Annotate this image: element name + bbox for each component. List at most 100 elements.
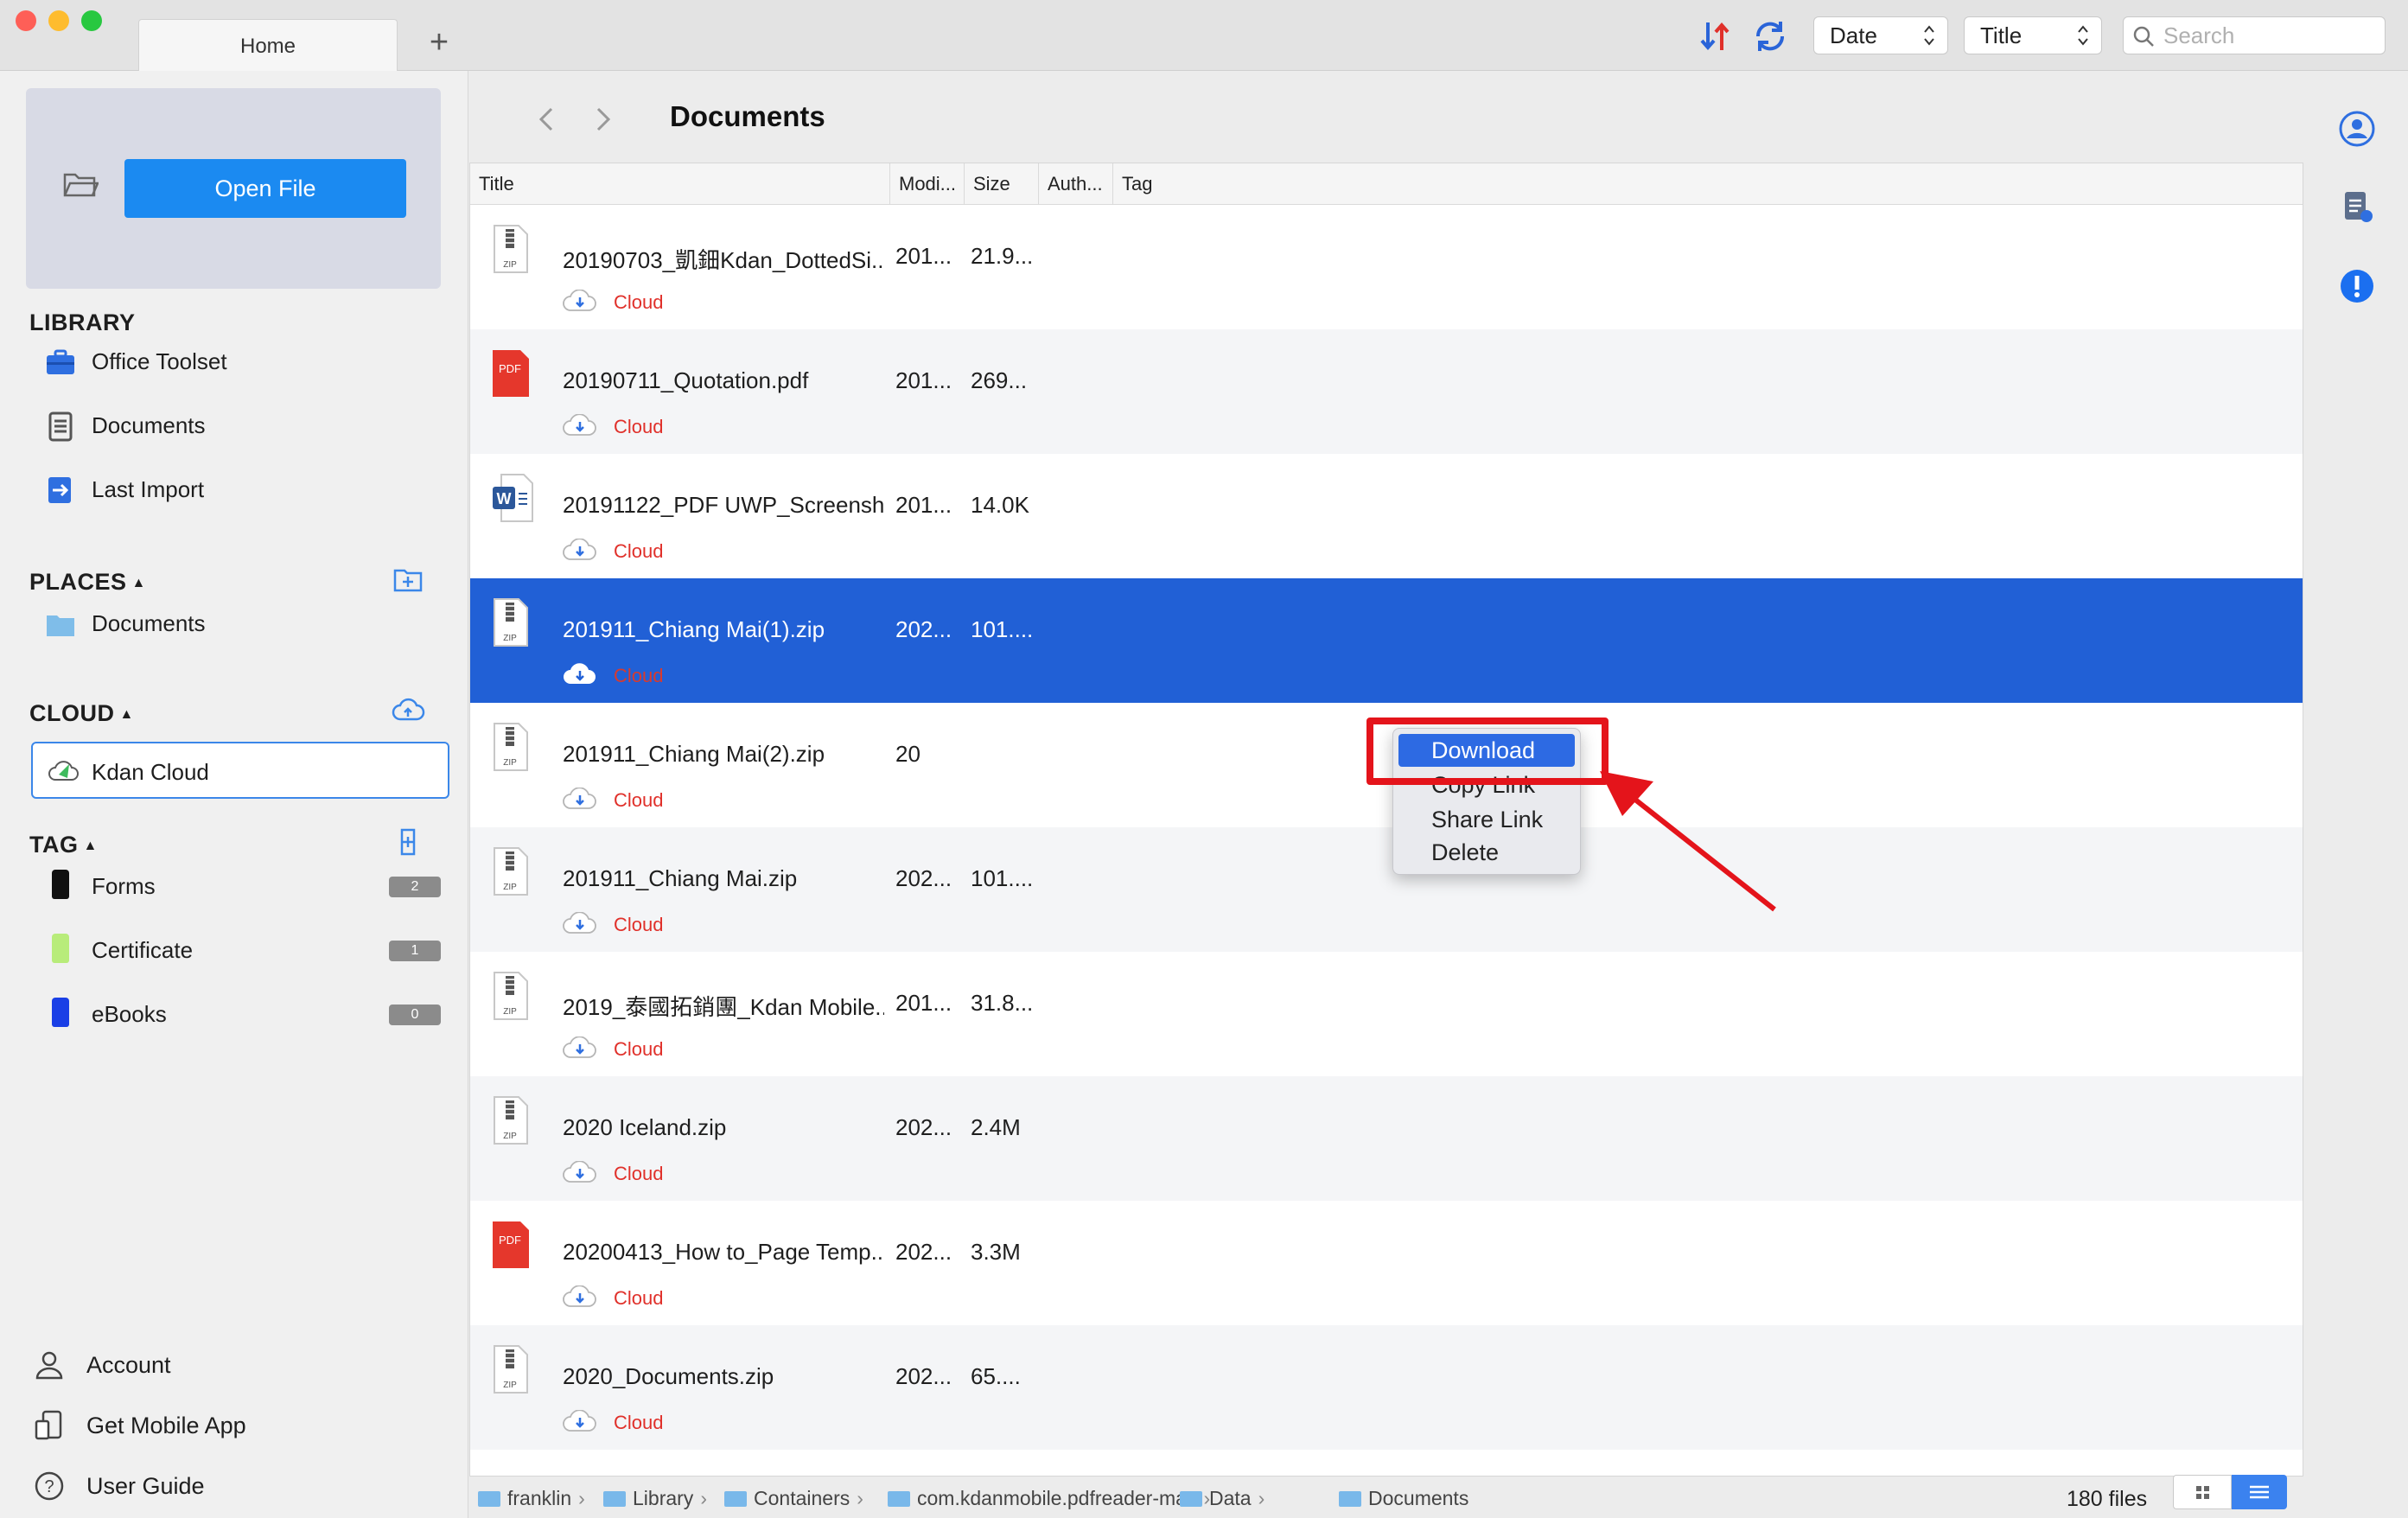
- column-header-size[interactable]: Size: [965, 163, 1039, 205]
- breadcrumb-item[interactable]: Documents: [1339, 1487, 1468, 1510]
- file-name: 2020 Iceland.zip: [563, 1114, 727, 1140]
- sort-field-select[interactable]: Date: [1813, 16, 1948, 54]
- sidebar-item-office-toolset[interactable]: Office Toolset: [29, 335, 444, 386]
- close-window-button[interactable]: [16, 10, 36, 31]
- breadcrumb-item[interactable]: Containers ›: [724, 1487, 863, 1510]
- sidebar-item-kdan-cloud[interactable]: Kdan Cloud: [31, 742, 449, 799]
- svg-text:ZIP: ZIP: [503, 883, 517, 892]
- table-row[interactable]: ZIP 20190703_凱鈿Kdan_DottedSi... 201... 21.9…: [470, 205, 2303, 329]
- file-name: 2019_泰國拓銷團_Kdan Mobile....: [563, 994, 884, 1020]
- table-row[interactable]: ZIP 201911_Chiang Mai.zip 202... 101.... Clo…: [470, 827, 2303, 952]
- search-input[interactable]: Search: [2123, 16, 2386, 54]
- word-file-icon: W: [491, 473, 533, 523]
- sidebar-item-label: Documents: [92, 610, 206, 636]
- open-file-card: Open File: [26, 88, 441, 289]
- context-menu-share-link[interactable]: Share Link: [1393, 803, 1580, 836]
- table-row[interactable]: PDF 20190711_Quotation.pdf 201... 269... Clo…: [470, 329, 2303, 454]
- table-row[interactable]: ZIP 201911_Chiang Mai(1).zip 202... 101....…: [470, 578, 2303, 703]
- breadcrumb-separator-icon: ›: [700, 1487, 707, 1509]
- user-profile-icon[interactable]: [2337, 109, 2377, 149]
- add-tag-icon[interactable]: [391, 825, 425, 859]
- group-field-select[interactable]: Title: [1964, 16, 2102, 54]
- breadcrumb-item[interactable]: franklin ›: [478, 1487, 585, 1510]
- cloud-section-title[interactable]: CLOUD ▲: [29, 700, 134, 727]
- file-modified: 202...: [895, 616, 952, 642]
- table-row[interactable]: ZIP 2020 Iceland.zip 202... 2.4M Cloud: [470, 1076, 2303, 1201]
- cloud-download-icon[interactable]: [562, 1409, 598, 1437]
- add-tab-button[interactable]: +: [422, 26, 456, 61]
- back-arrow-icon[interactable]: [530, 102, 564, 137]
- file-table: Title Modi... Size Auth... Tag ZIP 201907…: [469, 163, 2303, 1477]
- column-header-author[interactable]: Auth...: [1039, 163, 1113, 205]
- column-header-modified[interactable]: Modi...: [890, 163, 965, 205]
- clipboard-icon[interactable]: [2337, 187, 2377, 226]
- user-guide-button[interactable]: ? User Guide: [33, 1461, 430, 1509]
- breadcrumb-label: Data: [1209, 1487, 1252, 1509]
- cloud-status-label: Cloud: [614, 416, 664, 437]
- cloud-download-icon[interactable]: [562, 1036, 598, 1063]
- page-title: Documents: [670, 100, 825, 132]
- tab-home[interactable]: Home: [138, 19, 398, 71]
- cloud-download-icon[interactable]: [562, 663, 598, 690]
- cloud-download-icon[interactable]: [562, 787, 598, 814]
- tag-color-icon: [52, 934, 69, 963]
- cloud-download-icon[interactable]: [562, 413, 598, 441]
- table-row[interactable]: ZIP 2019_泰國拓銷團_Kdan Mobile.... 201... 31.8.…: [470, 952, 2303, 1076]
- breadcrumb-item[interactable]: com.kdanmobile.pdfreader-mac ›: [888, 1487, 1210, 1510]
- add-folder-icon[interactable]: [391, 562, 425, 596]
- sidebar-item-last-import[interactable]: Last Import: [29, 462, 444, 514]
- list-view-button[interactable]: [2232, 1475, 2287, 1509]
- table-row[interactable]: ZIP 2020_Documents.zip 202... 65.... Cloud: [470, 1325, 2303, 1450]
- folder-icon: [1339, 1491, 1361, 1507]
- file-modified: 202...: [895, 1363, 952, 1389]
- cloud-download-icon[interactable]: [562, 538, 598, 565]
- table-row[interactable]: PDF 20200413_How to_Page Temp... 202... 3.3…: [470, 1201, 2303, 1325]
- get-mobile-app-button[interactable]: Get Mobile App: [33, 1400, 430, 1449]
- cloud-download-icon[interactable]: [562, 911, 598, 939]
- cloud-download-icon[interactable]: [562, 289, 598, 316]
- sidebar-tag-ebooks[interactable]: eBooks 0: [29, 987, 444, 1039]
- sync-icon[interactable]: [1751, 17, 1789, 55]
- open-file-button[interactable]: Open File: [124, 159, 406, 218]
- info-alert-icon[interactable]: [2337, 266, 2377, 306]
- sidebar-tag-certificate[interactable]: Certificate 1: [29, 923, 444, 975]
- sidebar-item-places-documents[interactable]: Documents: [29, 596, 444, 648]
- file-size: 21.9...: [971, 243, 1034, 269]
- folder-open-icon[interactable]: [62, 169, 99, 199]
- file-size: 14.0K: [971, 492, 1029, 518]
- search-placeholder: Search: [2163, 22, 2235, 48]
- context-menu-delete[interactable]: Delete: [1393, 836, 1580, 869]
- file-modified: 201...: [895, 367, 952, 393]
- breadcrumb-label: Containers: [754, 1487, 850, 1509]
- zoom-window-button[interactable]: [81, 10, 102, 31]
- cloud-upload-icon[interactable]: [391, 693, 425, 728]
- cloud-download-icon[interactable]: [562, 1285, 598, 1312]
- account-button[interactable]: Account: [33, 1340, 430, 1388]
- breadcrumb-item[interactable]: Library ›: [603, 1487, 707, 1510]
- breadcrumb-item[interactable]: Data ›: [1180, 1487, 1265, 1510]
- grid-view-button[interactable]: [2173, 1475, 2232, 1509]
- caret-up-icon: ▲: [131, 575, 146, 590]
- tag-title-text: TAG: [29, 832, 79, 858]
- places-section-title[interactable]: PLACES ▲: [29, 569, 146, 596]
- column-header-title[interactable]: Title: [470, 163, 890, 205]
- column-header-tag[interactable]: Tag: [1113, 163, 2303, 205]
- tag-label: Certificate: [92, 937, 194, 963]
- forward-arrow-icon[interactable]: [585, 102, 620, 137]
- toolbox-icon: [47, 349, 74, 374]
- table-row[interactable]: W 20191122_PDF UWP_Screensh... 201... 14.0K…: [470, 454, 2303, 578]
- breadcrumb-separator-icon: ›: [857, 1487, 863, 1509]
- search-icon: [2133, 26, 2154, 47]
- cloud-status-label: Cloud: [614, 540, 664, 562]
- folder-icon: [478, 1491, 500, 1507]
- cloud-download-icon[interactable]: [562, 1160, 598, 1188]
- sort-order-icon[interactable]: [1696, 17, 1734, 55]
- sidebar-item-documents[interactable]: Documents: [29, 399, 444, 450]
- places-title-text: PLACES: [29, 569, 127, 595]
- folder-icon: [47, 615, 74, 636]
- svg-text:PDF: PDF: [499, 362, 521, 375]
- sidebar-tag-forms[interactable]: Forms 2: [29, 859, 444, 911]
- minimize-window-button[interactable]: [48, 10, 69, 31]
- tag-section-title[interactable]: TAG ▲: [29, 832, 98, 858]
- zip-file-icon: ZIP: [491, 846, 531, 896]
